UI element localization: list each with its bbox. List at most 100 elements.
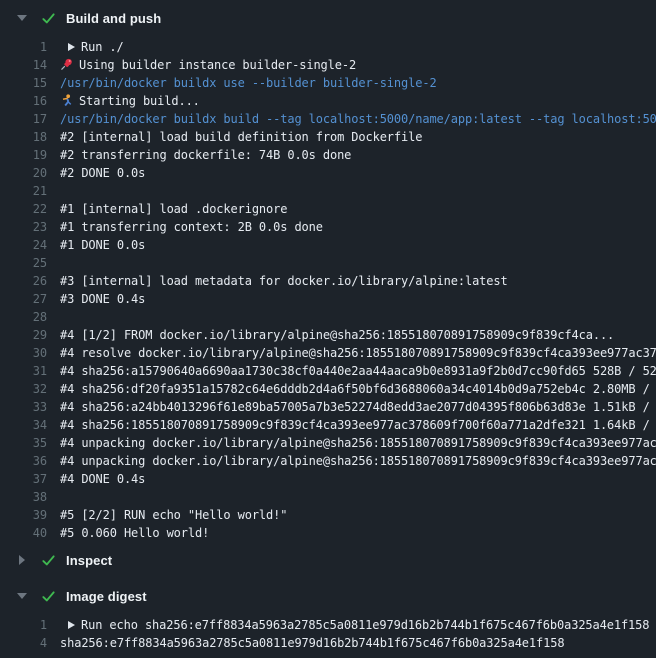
section-header-image-digest[interactable]: Image digest	[0, 578, 656, 614]
line-number[interactable]: 31	[0, 362, 47, 380]
log-text: sha256:e7ff8834a5963a2785c5a0811e979d16b…	[60, 636, 564, 650]
line-number[interactable]: 40	[0, 524, 47, 542]
line-number[interactable]: 14	[0, 56, 47, 74]
log-line-content: #2 [internal] load build definition from…	[47, 128, 656, 146]
pushpin-icon	[60, 58, 73, 71]
log-line: 22 #1 [internal] load .dockerignore	[0, 200, 656, 218]
log-line-content	[47, 488, 656, 506]
log-line-content: #4 sha256:a15790640a6690aa1730c38cf0a440…	[47, 362, 656, 380]
line-number[interactable]: 27	[0, 290, 47, 308]
log-line-content: #2 DONE 0.0s	[47, 164, 656, 182]
line-number[interactable]: 33	[0, 398, 47, 416]
line-number[interactable]: 17	[0, 110, 47, 128]
line-number[interactable]: 16	[0, 92, 47, 110]
log-text: #5 [2/2] RUN echo "Hello world!"	[60, 508, 287, 522]
line-number[interactable]: 22	[0, 200, 47, 218]
check-icon	[41, 589, 56, 604]
line-number[interactable]: 32	[0, 380, 47, 398]
log-line: 1 Run echo sha256:e7ff8834a5963a2785c5a08…	[0, 616, 656, 634]
log-text: #2 DONE 0.0s	[60, 166, 145, 180]
log-text: #4 unpacking docker.io/library/alpine@sh…	[60, 454, 656, 468]
log-text: #4 sha256:a15790640a6690aa1730c38cf0a440…	[60, 364, 656, 378]
line-number[interactable]: 25	[0, 254, 47, 272]
section-title: Inspect	[66, 553, 112, 568]
log-line: 16 Starting build...	[0, 92, 656, 110]
section-title: Build and push	[66, 11, 161, 26]
log-line: 24 #1 DONE 0.0s	[0, 236, 656, 254]
log-line-content: #4 unpacking docker.io/library/alpine@sh…	[47, 434, 656, 452]
log-line-content: #1 [internal] load .dockerignore	[47, 200, 656, 218]
log-line-content: #1 DONE 0.0s	[47, 236, 656, 254]
log-text: #4 [1/2] FROM docker.io/library/alpine@s…	[60, 328, 614, 342]
log-line-content: #5 0.060 Hello world!	[47, 524, 656, 542]
log-text: #3 [internal] load metadata for docker.i…	[60, 274, 508, 288]
log-line-content	[47, 182, 656, 200]
line-number[interactable]: 20	[0, 164, 47, 182]
log-section-image-digest: Image digest 1 Run echo sha256:e7ff8834a59…	[0, 578, 656, 652]
log-line-content: Run ./	[47, 38, 656, 56]
section-header-inspect[interactable]: Inspect	[0, 542, 656, 578]
log-line: 33#4 sha256:a24bb4013296f61e89ba57005a7b…	[0, 398, 656, 416]
log-line-content: #4 sha256:a24bb4013296f61e89ba57005a7b3e…	[47, 398, 656, 416]
log-text: #1 DONE 0.0s	[60, 238, 145, 252]
log-line: 4 sha256:e7ff8834a5963a2785c5a0811e979d16…	[0, 634, 656, 652]
log-text: Run echo sha256:e7ff8834a5963a2785c5a081…	[81, 618, 649, 632]
line-number[interactable]: 36	[0, 452, 47, 470]
chevron-right-icon	[17, 555, 27, 565]
log-line: 35#4 unpacking docker.io/library/alpine@…	[0, 434, 656, 452]
line-number[interactable]: 21	[0, 182, 47, 200]
line-number[interactable]: 1	[0, 38, 47, 56]
section-title: Image digest	[66, 589, 147, 604]
log-line-content: Run echo sha256:e7ff8834a5963a2785c5a081…	[47, 616, 656, 634]
log-line-content: #4 unpacking docker.io/library/alpine@sh…	[47, 452, 656, 470]
log-line-content: Using builder instance builder-single-2	[47, 56, 656, 74]
log-line: 26 #3 [internal] load metadata for docker…	[0, 272, 656, 290]
line-number[interactable]: 24	[0, 236, 47, 254]
log-line: 32#4 sha256:df20fa9351a15782c64e6dddb2d4…	[0, 380, 656, 398]
line-number[interactable]: 39	[0, 506, 47, 524]
log-text: #4 DONE 0.4s	[60, 472, 145, 486]
line-number[interactable]: 28	[0, 308, 47, 326]
line-number[interactable]: 18	[0, 128, 47, 146]
log-line-content: Starting build...	[47, 92, 656, 110]
log-text: #5 0.060 Hello world!	[60, 526, 209, 540]
log-line: 15/usr/bin/docker buildx use --builder b…	[0, 74, 656, 92]
log-text: #1 [internal] load .dockerignore	[60, 202, 287, 216]
log-text: /usr/bin/docker buildx use --builder bui…	[60, 76, 437, 90]
line-number[interactable]: 37	[0, 470, 47, 488]
log-line: 40 #5 0.060 Hello world!	[0, 524, 656, 542]
line-number[interactable]: 4	[0, 634, 47, 652]
log-line: 38	[0, 488, 656, 506]
line-number[interactable]: 15	[0, 74, 47, 92]
log-text: #4 sha256:185518070891758909c9f839cf4ca3…	[60, 418, 656, 432]
log-line-content: #4 [1/2] FROM docker.io/library/alpine@s…	[47, 326, 656, 344]
line-number[interactable]: 29	[0, 326, 47, 344]
log-line-content: #3 DONE 0.4s	[47, 290, 656, 308]
line-number[interactable]: 26	[0, 272, 47, 290]
line-number[interactable]: 35	[0, 434, 47, 452]
check-icon	[41, 11, 56, 26]
line-number[interactable]: 19	[0, 146, 47, 164]
line-number[interactable]: 23	[0, 218, 47, 236]
log-line-content: #1 transferring context: 2B 0.0s done	[47, 218, 656, 236]
chevron-down-icon	[17, 593, 27, 599]
log-line-content	[47, 254, 656, 272]
log-line: 36 #4 unpacking docker.io/library/alpine@…	[0, 452, 656, 470]
section-header-build-and-push[interactable]: Build and push	[0, 0, 656, 36]
log-text: #2 [internal] load build definition from…	[60, 130, 422, 144]
log-line-content: #4 sha256:df20fa9351a15782c64e6dddb2d4a6…	[47, 380, 656, 398]
log-text: #4 resolve docker.io/library/alpine@sha2…	[60, 346, 656, 360]
expand-log-group-icon[interactable]	[68, 621, 75, 629]
log-line: 29 #4 [1/2] FROM docker.io/library/alpine…	[0, 326, 656, 344]
expand-log-group-icon[interactable]	[68, 43, 75, 51]
line-number[interactable]: 38	[0, 488, 47, 506]
log-text: #1 transferring context: 2B 0.0s done	[60, 220, 323, 234]
line-number[interactable]: 34	[0, 416, 47, 434]
log-line-content: /usr/bin/docker buildx build --tag local…	[47, 110, 656, 128]
log-line: 39 #5 [2/2] RUN echo "Hello world!"	[0, 506, 656, 524]
line-number[interactable]: 30	[0, 344, 47, 362]
log-text: Starting build...	[79, 94, 200, 108]
log-line: 27#3 DONE 0.4s	[0, 290, 656, 308]
line-number[interactable]: 1	[0, 616, 47, 634]
log-line-content: sha256:e7ff8834a5963a2785c5a0811e979d16b…	[47, 634, 656, 652]
